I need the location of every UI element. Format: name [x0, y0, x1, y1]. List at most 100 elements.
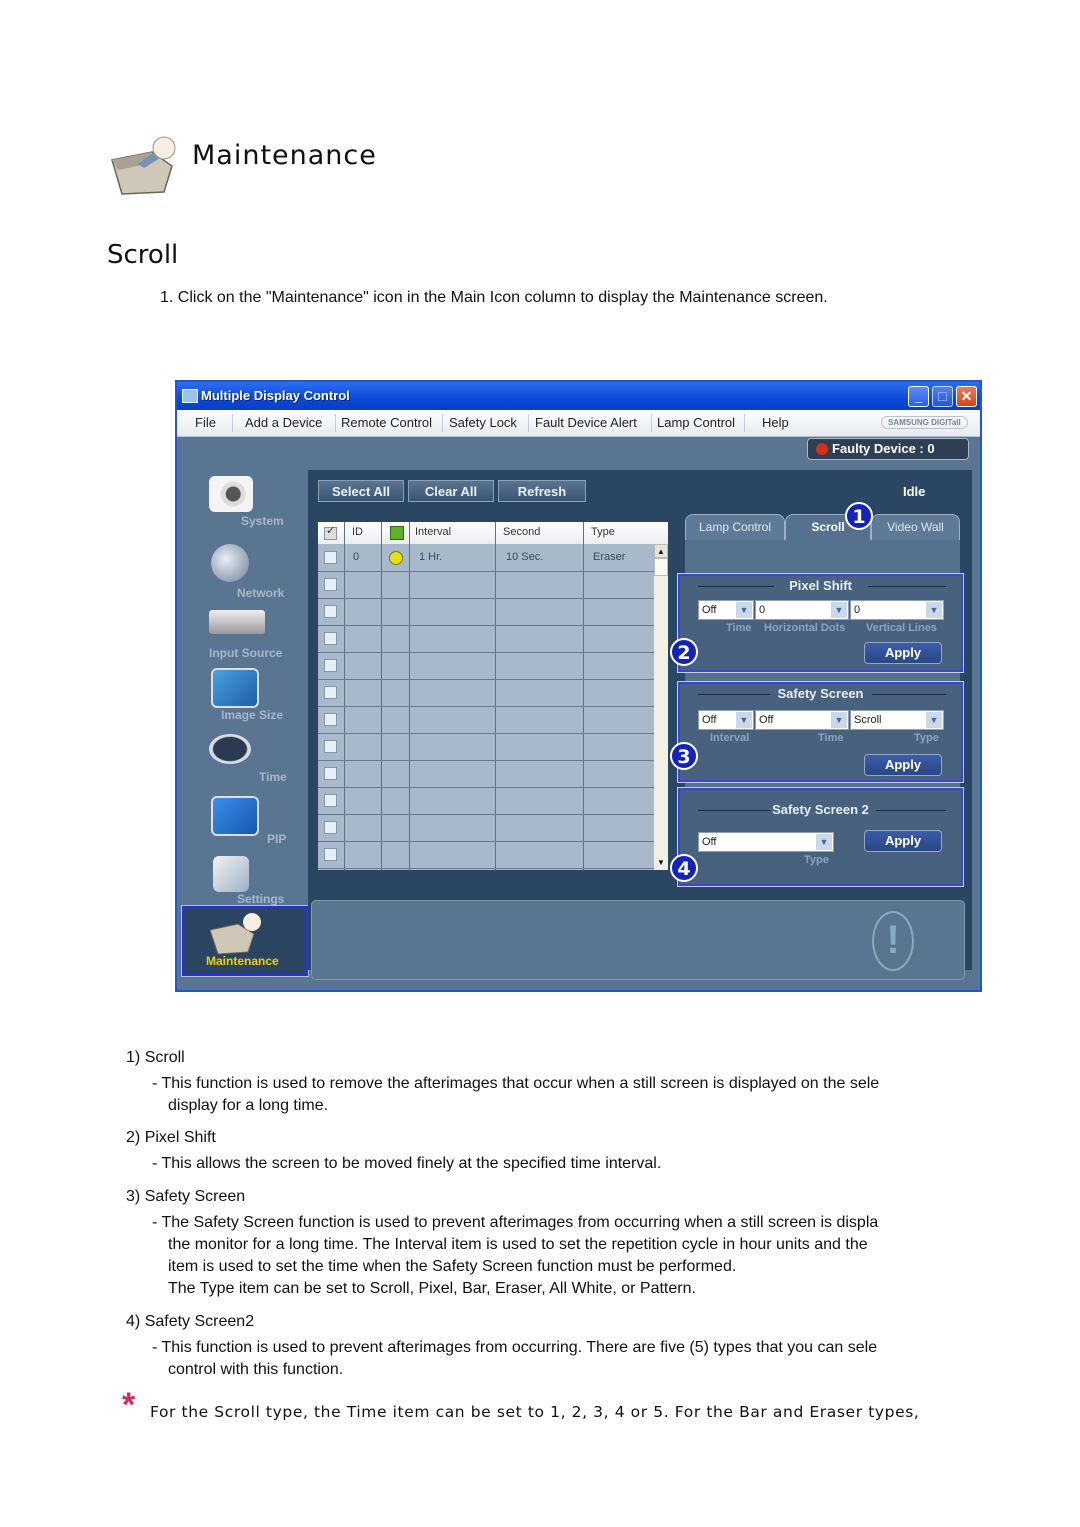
- row-checkbox[interactable]: [324, 578, 337, 591]
- nav-label: System: [241, 514, 284, 528]
- select-value: Off: [702, 604, 717, 616]
- table-row[interactable]: [318, 571, 654, 599]
- row-checkbox[interactable]: [324, 740, 337, 753]
- scroll-down-icon[interactable]: ▼: [654, 856, 668, 870]
- row-checkbox[interactable]: [324, 686, 337, 699]
- close-button[interactable]: ✕: [956, 386, 977, 407]
- table-row[interactable]: [318, 679, 654, 707]
- scroll-up-icon[interactable]: ▲: [654, 544, 668, 558]
- nav-maintenance[interactable]: Maintenance: [181, 905, 309, 977]
- alert-dot-icon: [816, 443, 828, 455]
- menu-fault-device-alert[interactable]: Fault Device Alert: [535, 415, 637, 430]
- app-icon: [182, 389, 198, 403]
- row-checkbox[interactable]: [324, 821, 337, 834]
- desc-title: Safety Screen: [144, 1188, 246, 1205]
- row-checkbox[interactable]: [324, 713, 337, 726]
- select-all-button[interactable]: Select All: [318, 480, 404, 502]
- table-scrollbar[interactable]: ▲ ▼: [654, 544, 668, 870]
- nav-label: Settings: [237, 892, 285, 906]
- table-row[interactable]: [318, 625, 654, 653]
- safety-screen-2-apply-button[interactable]: Apply: [864, 830, 942, 852]
- section-title: Scroll: [107, 240, 179, 270]
- table-row[interactable]: [318, 733, 654, 761]
- row-checkbox[interactable]: [324, 632, 337, 645]
- safety-screen-apply-button[interactable]: Apply: [864, 754, 942, 776]
- safety-screen-2-title: Safety Screen 2: [772, 802, 869, 817]
- row-checkbox[interactable]: [324, 659, 337, 672]
- desc-3-heading: 3) Safety Screen: [126, 1186, 245, 1208]
- step-1-text: 1. Click on the "Maintenance" icon in th…: [160, 289, 828, 306]
- clear-all-button[interactable]: Clear All: [408, 480, 494, 502]
- scroll-thumb[interactable]: [654, 558, 668, 576]
- table-row[interactable]: 0 1 Hr. 10 Sec. Eraser: [318, 544, 654, 572]
- minimize-button[interactable]: _: [908, 386, 929, 407]
- row-checkbox[interactable]: [324, 794, 337, 807]
- menu-lamp-control[interactable]: Lamp Control: [657, 415, 735, 430]
- safety-type-select[interactable]: Scroll ▼: [850, 710, 944, 730]
- menu-help[interactable]: Help: [762, 415, 789, 430]
- desc-number: 3): [126, 1188, 141, 1205]
- table-row[interactable]: [318, 760, 654, 788]
- device-table: ✓ ID Interval Second Type 0 1 Hr. 10 Sec…: [318, 522, 668, 870]
- pixel-shift-time-select[interactable]: Off ▼: [698, 600, 754, 620]
- table-row[interactable]: [318, 652, 654, 680]
- safety-screen-2-type-select[interactable]: Off ▼: [698, 832, 834, 852]
- row-checkbox[interactable]: [324, 848, 337, 861]
- desc-title: Pixel Shift: [144, 1129, 216, 1146]
- desc-4-line: control with this function.: [168, 1361, 344, 1378]
- menu-safety-lock[interactable]: Safety Lock: [449, 415, 517, 430]
- tab-video-wall[interactable]: Video Wall: [871, 514, 960, 540]
- safety-time-select[interactable]: Off ▼: [755, 710, 849, 730]
- safety-screen-2-group: Safety Screen 2 Off ▼ Type Apply: [677, 787, 964, 887]
- chevron-down-icon: ▼: [831, 712, 847, 728]
- nav-image-size[interactable]: Image Size: [177, 666, 307, 728]
- table-row[interactable]: [318, 841, 654, 869]
- horizontal-dots-label: Horizontal Dots: [764, 622, 846, 634]
- select-all-checkbox[interactable]: ✓: [324, 525, 337, 540]
- menu-add-device[interactable]: Add a Device: [245, 415, 322, 430]
- row-checkbox[interactable]: [324, 767, 337, 780]
- pip-icon: [211, 796, 259, 836]
- tab-lamp-control[interactable]: Lamp Control: [685, 514, 785, 540]
- desc-number: 2): [126, 1129, 141, 1146]
- status-on-icon: [389, 551, 403, 565]
- menu-remote-control[interactable]: Remote Control: [341, 415, 432, 430]
- menu-bar: File Add a Device Remote Control Safety …: [177, 410, 980, 437]
- row-checkbox[interactable]: [324, 605, 337, 618]
- refresh-button[interactable]: Refresh: [498, 480, 586, 502]
- safety-interval-select[interactable]: Off ▼: [698, 710, 754, 730]
- desc-1-line: display for a long time.: [168, 1097, 329, 1114]
- nav-pip[interactable]: PIP: [177, 794, 307, 856]
- desc-number: 1): [126, 1049, 141, 1066]
- maximize-button[interactable]: □: [932, 386, 953, 407]
- nav-system[interactable]: System: [177, 470, 307, 532]
- table-row[interactable]: [318, 706, 654, 734]
- table-row[interactable]: [318, 814, 654, 842]
- horizontal-dots-select[interactable]: 0 ▼: [755, 600, 849, 620]
- nav-time[interactable]: Time: [177, 732, 307, 794]
- menu-separator: [232, 414, 233, 432]
- desc-1-line: - This function is used to remove the af…: [152, 1075, 880, 1092]
- power-status-header-icon: [390, 526, 404, 540]
- samsung-logo: SAMSUNG DIGITall: [881, 416, 968, 429]
- page: Maintenance Scroll 1. Click on the "Main…: [0, 0, 982, 1527]
- select-value: Scroll: [854, 714, 882, 726]
- nav-label: PIP: [267, 832, 287, 846]
- chevron-down-icon: ▼: [926, 602, 942, 618]
- select-value: Off: [759, 714, 774, 726]
- page-header-title: Maintenance: [192, 140, 377, 171]
- chevron-down-icon: ▼: [736, 712, 752, 728]
- faulty-device-indicator[interactable]: Faulty Device : 0: [807, 438, 969, 460]
- menu-file[interactable]: File: [195, 415, 216, 430]
- chevron-down-icon: ▼: [926, 712, 942, 728]
- row-checkbox[interactable]: [324, 551, 337, 564]
- cell-second: 10 Sec.: [506, 551, 544, 563]
- pixel-shift-apply-button[interactable]: Apply: [864, 642, 942, 664]
- table-row[interactable]: [318, 598, 654, 626]
- pixel-shift-title: Pixel Shift: [789, 578, 852, 593]
- desc-3-line: - The Safety Screen function is used to …: [152, 1214, 879, 1231]
- nav-input-source[interactable]: Input Source: [177, 604, 307, 666]
- vertical-lines-select[interactable]: 0 ▼: [850, 600, 944, 620]
- nav-network[interactable]: Network: [177, 540, 307, 602]
- table-row[interactable]: [318, 787, 654, 815]
